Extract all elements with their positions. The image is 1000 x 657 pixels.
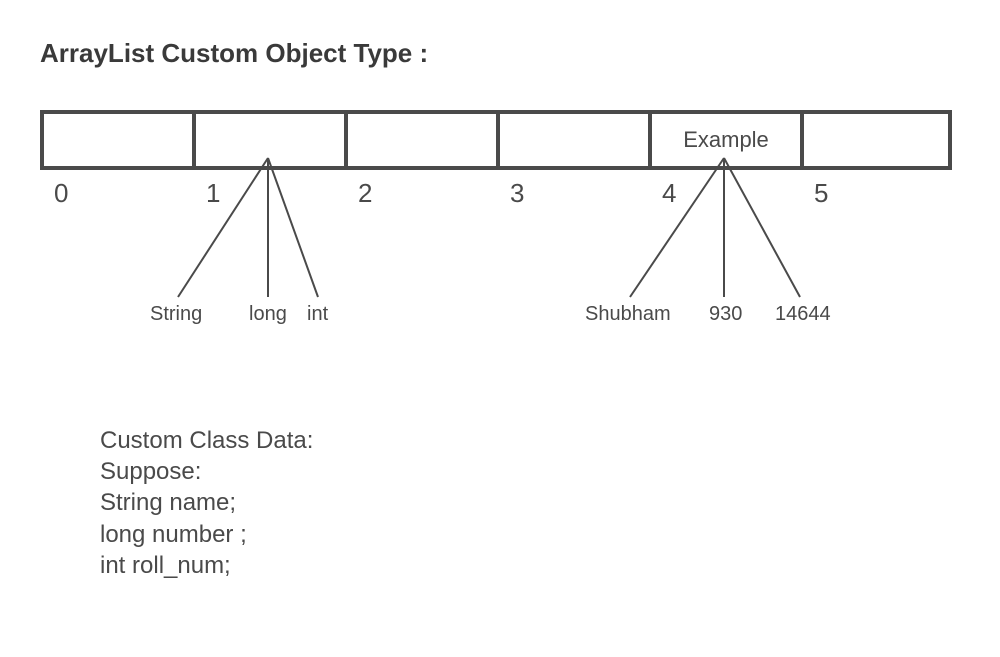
index-3: 3 xyxy=(496,178,648,209)
class-data-line1: Custom Class Data: xyxy=(100,425,313,456)
example-label-name: Shubham xyxy=(585,303,671,326)
class-data-block: Custom Class Data: Suppose: String name;… xyxy=(100,425,313,581)
array-cell-3 xyxy=(496,110,648,170)
index-2: 2 xyxy=(344,178,496,209)
array-cells: Example xyxy=(40,110,952,170)
index-1: 1 xyxy=(192,178,344,209)
class-data-line5: int roll_num; xyxy=(100,550,313,581)
index-5: 5 xyxy=(800,178,952,209)
array-indices: 0 1 2 3 4 5 xyxy=(40,178,952,209)
type-label-int: int xyxy=(307,303,328,326)
array-cell-4: Example xyxy=(648,110,800,170)
class-data-line2: Suppose: xyxy=(100,456,313,487)
type-label-long: long xyxy=(249,303,287,326)
array-cell-2 xyxy=(344,110,496,170)
array-cell-5 xyxy=(800,110,952,170)
class-data-line4: long number ; xyxy=(100,519,313,550)
diagram-title: ArrayList Custom Object Type : xyxy=(40,38,428,69)
index-0: 0 xyxy=(40,178,192,209)
type-label-string: String xyxy=(150,303,202,326)
array-cell-1 xyxy=(192,110,344,170)
class-data-line3: String name; xyxy=(100,487,313,518)
index-4: 4 xyxy=(648,178,800,209)
array-cell-0 xyxy=(40,110,192,170)
example-label-roll: 14644 xyxy=(775,303,831,326)
example-label-number: 930 xyxy=(709,303,742,326)
